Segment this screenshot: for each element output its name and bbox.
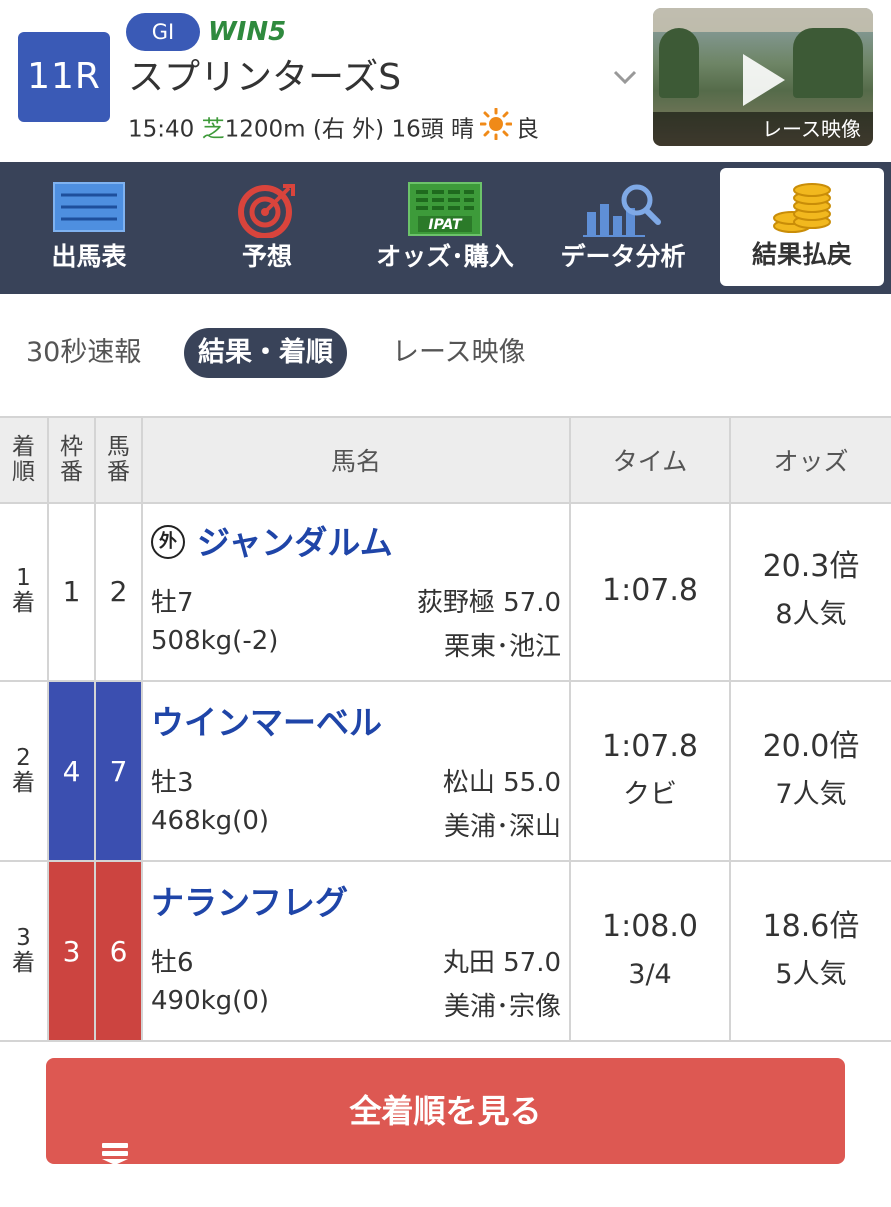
runner-count: 16頭 [391,116,444,143]
view-all-results-button[interactable]: 全着順を見る [46,1058,845,1165]
nav-results-payout[interactable]: 結果払戻 [720,168,884,286]
play-icon [743,54,785,106]
header-odds: オッズ [773,447,849,476]
trainer: 栗東･池江 [443,632,561,662]
foreign-trained-icon: 外 [151,524,185,559]
header-time: タイム [612,447,688,476]
header-umaban: 馬番 [107,434,130,485]
nav-label: 予想 [241,242,292,271]
nav-label: オッズ･購入 [376,242,514,271]
nav-label: データ分析 [560,242,686,271]
table-header: 着順 枠番 馬番 馬名 タイム オッズ [0,416,891,504]
jockey-weight: 荻野極 57.0 [416,588,561,618]
sex-age: 牡6 [151,948,194,978]
trainer: 美浦･深山 [443,812,561,842]
horse-name-link[interactable]: ナランフレグ [151,876,348,924]
win-odds: 20.0倍 [762,729,860,764]
course-direction: (右 外) [312,116,385,143]
coins-icon [770,182,834,240]
finish-margin: クビ [623,779,677,810]
waku-cell: 3 [62,934,81,968]
table-row[interactable]: 1着 1 2 外ジャンダルム 牡7 荻野極 57.0 508kg(-2) 栗東･… [0,502,891,682]
tab-30sec-flash[interactable]: 30秒速報 [26,328,141,378]
horse-cell: 外ジャンダルム 牡7 荻野極 57.0 508kg(-2) 栗東･池江 [143,502,571,680]
header-horse-name: 馬名 [330,447,381,476]
post-time: 15:40 [128,116,195,143]
horse-cell: ナランフレグ 牡6 丸田 57.0 490kg(0) 美浦･宗像 [143,862,571,1040]
weather: 晴 [451,116,475,143]
rank-cell: 3着 [12,925,35,976]
nav-data-analysis[interactable]: データ分析 [534,162,712,294]
main-nav: 出馬表 予想 IPAT オッズ･購入 データ分析 結果払戻 [0,162,891,294]
rank-cell: 2着 [12,745,35,796]
video-label: レース映像 [653,112,873,146]
table-row[interactable]: 3着 3 6 ナランフレグ 牡6 丸田 57.0 490kg(0) 美浦･宗像 … [0,862,891,1042]
trainer: 美浦･宗像 [443,992,561,1022]
waku-cell: 1 [62,574,81,608]
finish-time: 1:08.0 [602,909,698,944]
umaban-cell: 2 [109,574,128,608]
nav-label: 出馬表 [51,242,127,271]
header-rank: 着順 [12,434,35,485]
view-all-results-label: 全着順を見る [349,1092,542,1130]
nav-entry-table[interactable]: 出馬表 [0,162,178,294]
nav-odds-purchase[interactable]: IPAT オッズ･購入 [356,162,534,294]
race-title: スプリンターズS [128,57,402,98]
waku-cell: 4 [62,754,81,788]
umaban-cell: 7 [109,754,128,788]
data-analysis-icon [583,182,663,244]
jockey-weight: 松山 55.0 [442,768,561,798]
horse-name-link[interactable]: ジャンダルム [197,523,393,562]
svg-text:IPAT: IPAT [428,217,463,233]
tab-result-order[interactable]: 結果・着順 [184,328,347,378]
grade-badge: GI [126,13,200,51]
race-header: 11R GI WIN5 スプリンターズS 15:40 芝1200m (右 外) … [0,0,891,162]
finish-margin: 3/4 [628,959,672,990]
ipat-icon: IPAT [408,182,482,242]
result-tabs: 30秒速報 結果・着順 レース映像 [0,294,891,416]
popularity: 7人気 [775,779,847,810]
win5-logo: WIN5 [208,17,287,47]
umaban-cell: 6 [109,934,128,968]
chevron-down-icon[interactable] [610,62,640,92]
surface: 芝 [201,116,225,143]
nav-prediction[interactable]: 予想 [178,162,356,294]
horse-cell: ウインマーベル 牡3 松山 55.0 468kg(0) 美浦･深山 [143,682,571,860]
rank-cell: 1着 [12,565,35,616]
target-icon [237,182,297,244]
sex-age: 牡7 [151,588,194,618]
track-condition: 良 [516,116,540,143]
popularity: 8人気 [775,599,847,630]
horse-weight: 490kg(0) [151,986,270,1016]
horse-weight: 468kg(0) [151,806,270,836]
header-waku: 枠番 [60,434,83,485]
finish-time: 1:07.8 [602,573,698,608]
horse-name-link[interactable]: ウインマーベル [151,696,382,744]
race-conditions: 15:40 芝1200m (右 外) 16頭 晴 良 [128,107,540,152]
jockey-weight: 丸田 57.0 [442,948,561,978]
race-video-thumbnail[interactable]: レース映像 [653,8,873,146]
distance: 1200m [224,116,306,143]
popularity: 5人気 [775,959,847,990]
race-number-badge: 11R [18,32,110,122]
entry-table-icon [53,182,125,238]
win-odds: 18.6倍 [762,909,860,944]
table-row[interactable]: 2着 4 7 ウインマーベル 牡3 松山 55.0 468kg(0) 美浦･深山… [0,682,891,862]
list-icon [102,1101,128,1207]
sex-age: 牡3 [151,768,194,798]
tab-race-video[interactable]: レース映像 [392,328,526,378]
horse-weight: 508kg(-2) [151,626,279,656]
win-odds: 20.3倍 [762,549,860,584]
nav-label: 結果払戻 [751,240,852,269]
sun-icon [479,107,513,152]
finish-time: 1:07.8 [602,729,698,764]
